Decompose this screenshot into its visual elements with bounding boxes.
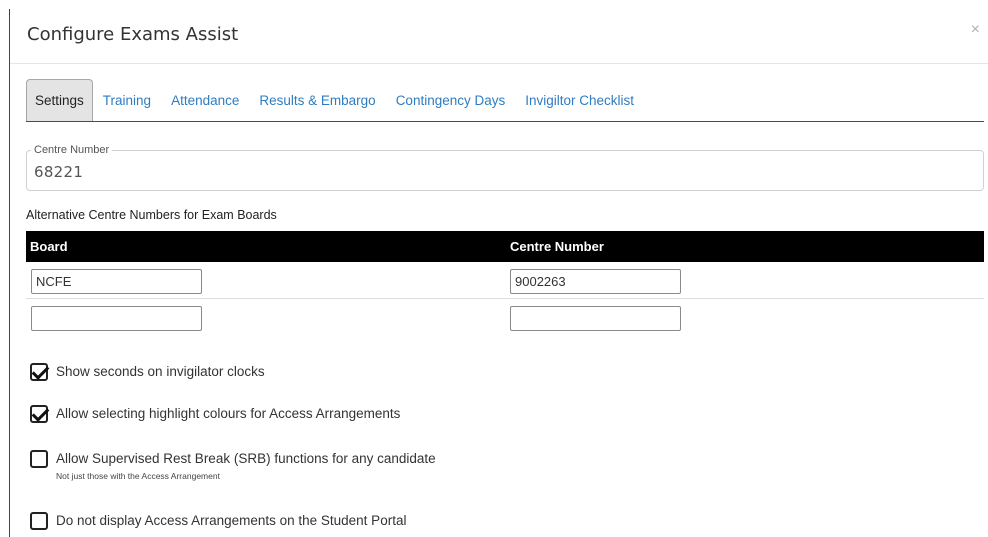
table-header: Board Centre Number [26,231,984,262]
option-hide-access-arrangements[interactable]: Do not display Access Arrangements on th… [30,512,406,530]
modal-title: Configure Exams Assist [27,24,239,45]
option-label: Do not display Access Arrangements on th… [56,513,407,528]
tab-results-embargo[interactable]: Results & Embargo [249,79,385,121]
window-left-edge [9,9,10,537]
column-header-board: Board [30,239,68,254]
board-input[interactable] [31,306,202,331]
modal-header: Configure Exams Assist × [10,0,988,64]
option-highlight-colours[interactable]: Allow selecting highlight colours for Ac… [30,405,400,423]
option-label: Allow selecting highlight colours for Ac… [56,406,401,421]
checkbox-unchecked-icon[interactable] [30,450,48,468]
table-row [26,299,984,336]
table-row [26,262,984,299]
centre-number-input[interactable] [510,269,681,294]
tab-attendance[interactable]: Attendance [161,79,249,121]
checkbox-checked-icon[interactable] [30,405,48,423]
alt-centre-numbers-table: Board Centre Number [26,231,984,336]
tab-invigilator-checklist[interactable]: Invigiltor Checklist [515,79,644,121]
option-text-group: Allow Supervised Rest Break (SRB) functi… [56,450,436,482]
option-srb-any-candidate[interactable]: Allow Supervised Rest Break (SRB) functi… [30,450,436,482]
centre-number-field[interactable]: Centre Number 68221 [26,144,984,191]
option-note: Not just those with the Access Arrangeme… [56,471,220,481]
option-label: Show seconds on invigilator clocks [56,364,265,379]
tab-contingency-days[interactable]: Contingency Days [386,79,516,121]
centre-number-input[interactable] [510,306,681,331]
option-label: Allow Supervised Rest Break (SRB) functi… [56,451,436,466]
centre-number-value[interactable]: 68221 [34,163,83,181]
checkbox-unchecked-icon[interactable] [30,512,48,530]
centre-number-label: Centre Number [31,144,113,157]
close-icon[interactable]: × [971,22,980,38]
checkbox-checked-icon[interactable] [30,363,48,381]
alt-centre-numbers-heading: Alternative Centre Numbers for Exam Boar… [26,208,277,222]
tab-settings[interactable]: Settings [26,79,93,121]
board-input[interactable] [31,269,202,294]
settings-tabs: Settings Training Attendance Results & E… [26,79,984,122]
column-header-centre-number: Centre Number [510,239,604,254]
tab-training[interactable]: Training [93,79,161,121]
option-show-seconds[interactable]: Show seconds on invigilator clocks [30,363,265,381]
